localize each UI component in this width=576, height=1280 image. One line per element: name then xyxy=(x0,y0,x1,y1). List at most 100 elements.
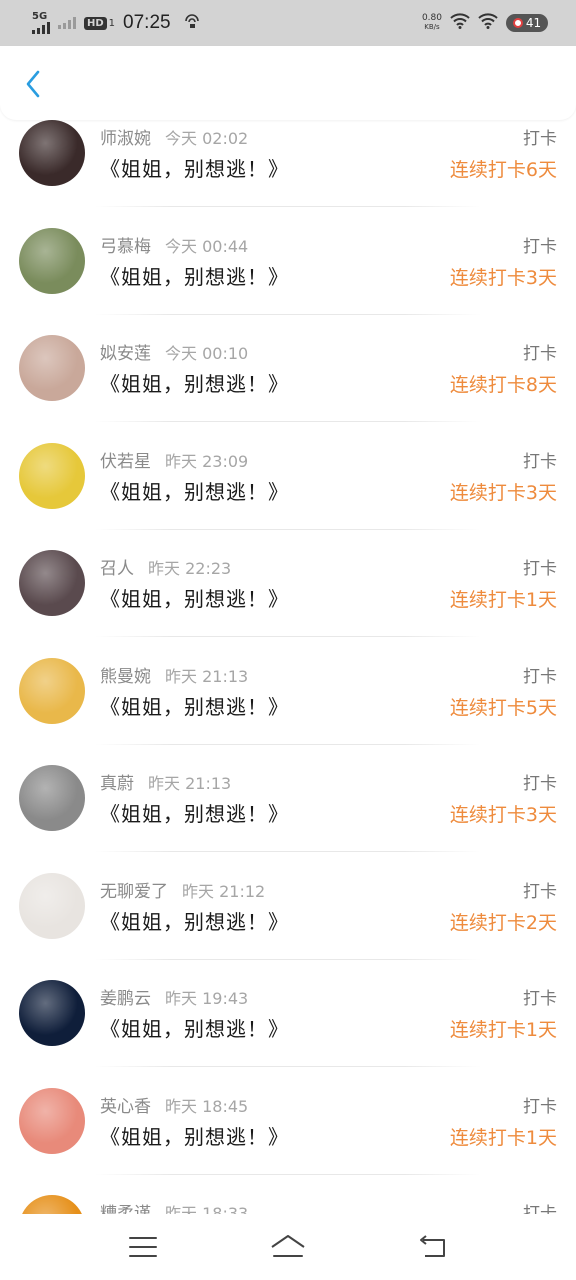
divider xyxy=(95,636,481,637)
avatar[interactable] xyxy=(19,1195,85,1214)
post-time: 昨天 18:45 xyxy=(165,1096,249,1116)
avatar[interactable] xyxy=(19,1087,85,1154)
signal-bars-secondary-icon xyxy=(58,17,76,29)
divider xyxy=(95,1066,481,1067)
streak-count: 连续打卡1天 xyxy=(449,1019,557,1041)
user-name-text: 英心香 xyxy=(100,1096,151,1117)
checkin-label: 打卡 xyxy=(523,451,557,472)
checkin-label: 打卡 xyxy=(523,666,557,687)
checkin-label: 打卡 xyxy=(523,1096,557,1117)
avatar[interactable] xyxy=(19,120,85,186)
feed-item[interactable]: 召人 昨天 22:23 《姐姐，别想逃！》 打卡 连续打卡1天 xyxy=(0,550,576,658)
menu-icon xyxy=(128,1237,157,1257)
feed-item[interactable]: 无聊爱了 昨天 21:12 《姐姐，别想逃！》 打卡 连续打卡2天 xyxy=(0,872,576,981)
book-title[interactable]: 《姐姐，别想逃！》 xyxy=(100,1013,289,1042)
feed-item[interactable]: 糟柔谨 昨天 18:33 打卡 xyxy=(0,1195,576,1214)
signal-indicator: 5G xyxy=(32,12,50,34)
network-type: 5G xyxy=(32,11,48,22)
checkin-label: 打卡 xyxy=(523,236,557,257)
avatar[interactable] xyxy=(19,980,85,1046)
streak-count: 连续打卡3天 xyxy=(449,266,557,289)
book-title[interactable]: 《姐姐，别想逃！》 xyxy=(100,906,289,935)
streak-count: 连续打卡2天 xyxy=(449,911,557,934)
post-time: 昨天 19:43 xyxy=(165,989,249,1008)
user-name-text: 弓慕梅 xyxy=(100,236,151,257)
user-name-text: 姒安莲 xyxy=(100,344,151,364)
streak-count: 连续打卡1天 xyxy=(449,1126,557,1149)
checkin-feed[interactable]: 师淑婉 今天 02:02 《姐姐，别想逃！》 打卡 连续打卡6天 弓慕梅 今天 00:44 《… xyxy=(0,120,576,1214)
net-speed-value: 0.80 xyxy=(421,13,442,23)
hotspot-icon xyxy=(183,13,201,33)
feed-item[interactable]: 姒安莲 今天 00:10 《姐姐，别想逃！》 打卡 连续打卡8天 xyxy=(0,335,576,443)
feed-item[interactable]: 英心香 昨天 18:45 《姐姐，别想逃！》 打卡连续打卡1天 xyxy=(0,1087,576,1196)
streak-count: 连续打卡5天 xyxy=(449,696,557,719)
avatar[interactable] xyxy=(19,872,85,939)
status-bar: 5G HD 1 07:25 0.80 KB/s 41 xyxy=(0,0,576,46)
book-title[interactable]: 《姐姐，别想逃！》 xyxy=(100,798,289,827)
book-title[interactable]: 《姐姐，别想逃！》 xyxy=(100,1121,289,1150)
feed-item[interactable]: 弓慕梅 今天 00:44 《姐姐，别想逃！》 打卡连续打卡3天 xyxy=(0,227,576,336)
feed-item[interactable]: 熊曼婉 昨天 21:13 《姐姐，别想逃！》 打卡 连续打卡5天 xyxy=(0,657,576,766)
divider xyxy=(95,313,481,315)
feed-item[interactable]: 伏若星 昨天 23:09 《姐姐，别想逃！》 打卡 连续打卡3天 xyxy=(0,442,576,551)
post-time: 今天 00:10 xyxy=(165,344,249,363)
user-name: 姜鹏云 昨天 19:43 xyxy=(100,984,248,1009)
return-button[interactable] xyxy=(409,1227,457,1267)
home-button[interactable] xyxy=(264,1227,312,1267)
avatar[interactable] xyxy=(19,335,85,401)
post-time: 今天 00:44 xyxy=(165,236,249,256)
user-name-text: 召人 xyxy=(100,559,134,579)
return-icon xyxy=(420,1235,446,1257)
battery-level: 41 xyxy=(525,16,542,30)
divider xyxy=(95,528,481,530)
user-name: 英心香 昨天 18:45 xyxy=(100,1092,248,1117)
avatar[interactable] xyxy=(19,227,85,294)
feed-item[interactable]: 师淑婉 今天 02:02 《姐姐，别想逃！》 打卡连续打卡6天 xyxy=(0,120,576,228)
user-name: 真蔚 昨天 21:13 xyxy=(100,769,231,794)
user-name: 糟柔谨 昨天 18:33 xyxy=(100,1199,248,1214)
signal-bars-icon xyxy=(32,22,50,34)
wifi-plus-icon xyxy=(450,13,470,33)
user-name-text: 无聊爱了 xyxy=(100,881,168,902)
book-title[interactable]: 《姐姐，别想逃！》 xyxy=(100,368,289,397)
system-nav-bar xyxy=(0,1214,576,1280)
post-time: 昨天 21:13 xyxy=(148,774,232,793)
user-name: 无聊爱了 昨天 21:12 xyxy=(100,877,265,902)
user-name-text: 师淑婉 xyxy=(100,129,151,149)
post-time: 昨天 23:09 xyxy=(165,451,249,471)
post-time: 今天 02:02 xyxy=(165,129,249,148)
divider xyxy=(95,421,481,422)
avatar[interactable] xyxy=(19,765,85,831)
avatar[interactable] xyxy=(19,657,85,724)
home-icon xyxy=(271,1235,305,1257)
page-header xyxy=(0,46,576,120)
user-name-text: 真蔚 xyxy=(100,774,134,794)
streak-count: 连续打卡1天 xyxy=(449,589,557,611)
divider xyxy=(95,743,481,745)
book-title[interactable]: 《姐姐，别想逃！》 xyxy=(100,261,289,290)
book-title[interactable]: 《姐姐，别想逃！》 xyxy=(100,153,289,182)
book-title[interactable]: 《姐姐，别想逃！》 xyxy=(100,691,289,720)
checkin-label: 打卡 xyxy=(523,129,557,149)
streak-count: 连续打卡8天 xyxy=(449,374,557,396)
checkin-label: 打卡 xyxy=(523,989,557,1009)
wifi-icon xyxy=(478,13,498,33)
avatar[interactable] xyxy=(19,550,85,616)
post-time: 昨天 22:23 xyxy=(148,559,232,578)
avatar[interactable] xyxy=(19,442,85,509)
book-title[interactable]: 《姐姐，别想逃！》 xyxy=(100,583,289,612)
book-title[interactable]: 《姐姐，别想逃！》 xyxy=(100,476,289,505)
streak-count: 连续打卡6天 xyxy=(449,159,557,181)
post-time: 昨天 18:33 xyxy=(165,1204,249,1214)
hd-badge: HD xyxy=(84,16,107,30)
net-speed: 0.80 KB/s xyxy=(422,14,442,32)
menu-button[interactable] xyxy=(119,1227,167,1267)
user-name: 召人 昨天 22:23 xyxy=(100,554,231,579)
battery-indicator: 41 xyxy=(506,14,548,32)
feed-item[interactable]: 真蔚 昨天 21:13 《姐姐，别想逃！》 打卡 连续打卡3天 xyxy=(0,765,576,873)
user-name-text: 伏若星 xyxy=(100,451,151,472)
checkin-label: 打卡 xyxy=(523,774,557,794)
back-button[interactable] xyxy=(16,66,50,102)
feed-item[interactable]: 姜鹏云 昨天 19:43 《姐姐，别想逃！》 打卡连续打卡1天 xyxy=(0,980,576,1088)
hd-sub: 1 xyxy=(108,17,116,29)
